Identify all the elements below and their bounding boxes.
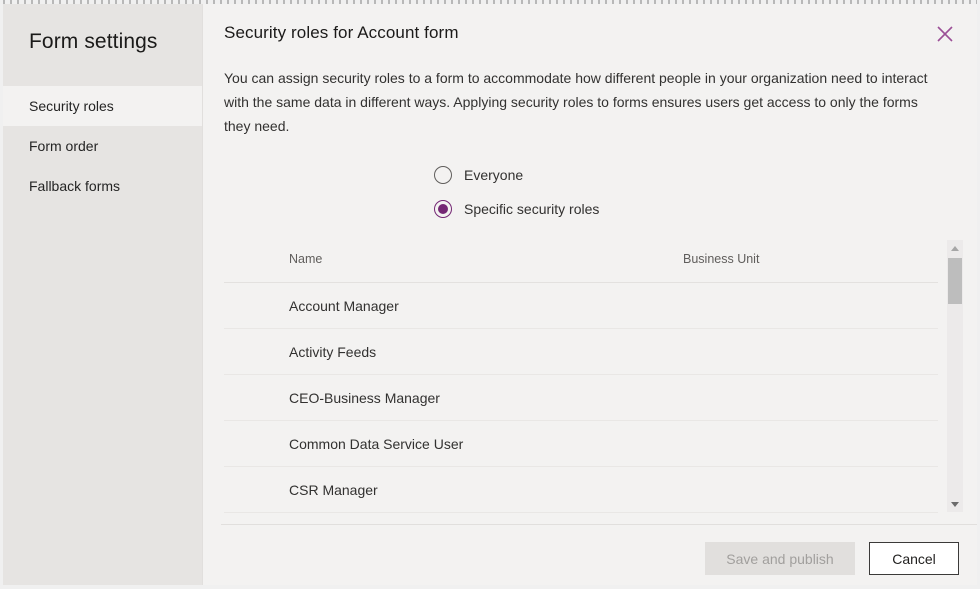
cell-business-unit (682, 328, 938, 375)
table-row[interactable]: CSR Manager (224, 466, 938, 513)
settings-sidebar: Form settings Security roles Form order … (3, 4, 202, 585)
sidebar-item-security-roles[interactable]: Security roles (3, 86, 202, 126)
radio-option-label: Everyone (464, 167, 524, 183)
sidebar-item-form-order[interactable]: Form order (3, 126, 202, 166)
row-select-cell[interactable] (224, 328, 288, 375)
column-header-name[interactable]: Name (288, 236, 682, 283)
page-title: Security roles for Account form (224, 23, 459, 42)
scroll-down-button[interactable] (947, 496, 963, 512)
row-select-cell[interactable] (224, 466, 288, 513)
cell-name: Account Manager (288, 282, 682, 329)
row-select-cell[interactable] (224, 282, 288, 329)
caret-up-icon (951, 245, 959, 251)
close-button[interactable] (929, 18, 961, 50)
security-roles-table: Name Business Unit Account Manager Activ… (224, 236, 938, 513)
scrollbar-thumb[interactable] (948, 258, 962, 304)
sidebar-title: Form settings (29, 30, 158, 53)
radio-option-label: Specific security roles (464, 201, 600, 217)
column-header-business-unit[interactable]: Business Unit (682, 236, 938, 283)
sidebar-item-fallback-forms[interactable]: Fallback forms (3, 166, 202, 206)
cell-name: Activity Feeds (288, 328, 682, 375)
table-row[interactable]: Account Manager (224, 282, 938, 329)
save-and-publish-button[interactable]: Save and publish (705, 542, 855, 575)
cell-business-unit (682, 374, 938, 421)
sidebar-item-label: Security roles (29, 98, 114, 114)
column-header-select (224, 236, 288, 283)
radio-icon (434, 166, 452, 184)
cell-business-unit (682, 420, 938, 467)
form-settings-dialog: Form settings Security roles Form order … (3, 4, 977, 585)
row-select-cell[interactable] (224, 374, 288, 421)
table-scrollbar[interactable] (947, 240, 963, 512)
dialog-description: You can assign security roles to a form … (224, 70, 928, 134)
cell-name: CEO-Business Manager (288, 374, 682, 421)
scroll-up-button[interactable] (947, 240, 963, 256)
table-row[interactable]: Activity Feeds (224, 328, 938, 375)
radio-option-everyone[interactable]: Everyone (434, 162, 599, 188)
cell-name: Common Data Service User (288, 420, 682, 467)
security-scope-radio-group: Everyone Specific security roles (434, 162, 599, 230)
footer-divider (221, 524, 977, 525)
sidebar-nav: Security roles Form order Fallback forms (3, 86, 202, 206)
settings-content-panel: Security roles for Account form You can … (202, 4, 977, 585)
sidebar-item-label: Form order (29, 138, 99, 154)
cell-business-unit (682, 466, 938, 513)
caret-down-icon (951, 501, 959, 507)
row-select-cell[interactable] (224, 420, 288, 467)
radio-option-specific-security-roles[interactable]: Specific security roles (434, 196, 599, 222)
cancel-button[interactable]: Cancel (869, 542, 959, 575)
table-row[interactable]: CEO-Business Manager (224, 374, 938, 421)
cell-name: CSR Manager (288, 466, 682, 513)
table-header-row: Name Business Unit (224, 236, 938, 283)
table-row[interactable]: Common Data Service User (224, 420, 938, 467)
radio-icon-selected (434, 200, 452, 218)
close-icon (936, 25, 954, 43)
dialog-footer: Save and publish Cancel (705, 542, 959, 575)
security-roles-table-container: Name Business Unit Account Manager Activ… (224, 236, 963, 518)
sidebar-item-label: Fallback forms (29, 178, 121, 194)
cell-business-unit (682, 282, 938, 329)
